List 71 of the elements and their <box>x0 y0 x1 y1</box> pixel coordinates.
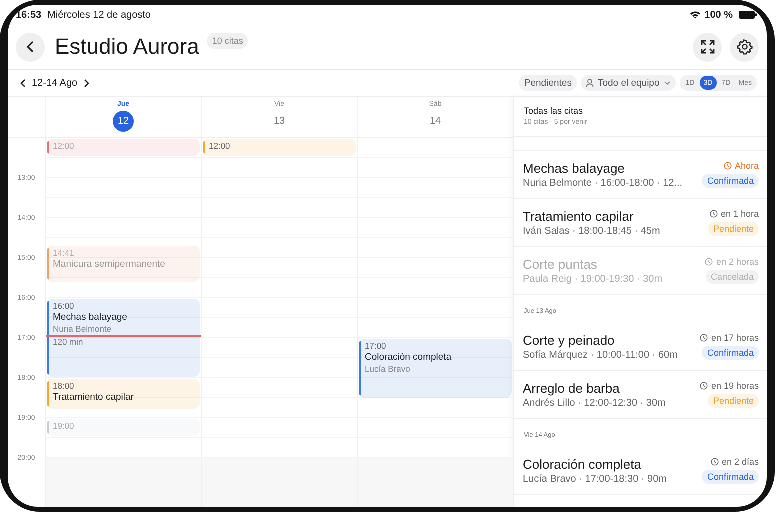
appointment-title: Corte puntas <box>523 256 598 272</box>
appointment-details: Paula Reig · 19:00-19:30 · 30m <box>523 274 664 284</box>
list-title: Todas las citas <box>524 106 584 116</box>
date-range-label: 12-14 Ago <box>32 78 78 88</box>
day-number[interactable]: 14 <box>425 111 446 132</box>
expand-icon <box>700 40 714 54</box>
appointment-list-item[interactable]: Coloración completa Lucía Bravo · 17:00-18:30 · 90m en 2 días Confirmada <box>514 447 767 495</box>
status-badge: Pendiente <box>708 222 759 236</box>
appointment-title: Tratamiento capilar <box>523 208 635 224</box>
wifi-icon <box>690 11 701 19</box>
pending-filter-chip[interactable]: Pendientes <box>519 75 577 91</box>
appointment-details: Iván Salas · 18:00-18:45 · 45m <box>523 226 662 236</box>
appointment-title: Corte y peinado <box>523 332 616 348</box>
event-duration: 120 min <box>53 337 84 348</box>
settings-icon <box>736 39 752 55</box>
appointment-title: Mechas balayage <box>523 160 626 176</box>
appointment-card[interactable]: 16:00 Mechas balayage Nuria Belmonte 120 min <box>47 299 200 377</box>
previous-range-button[interactable] <box>18 76 28 90</box>
event-time: 16:00 <box>53 301 76 312</box>
event-title: Tratamiento capilar <box>53 392 135 404</box>
person-icon <box>586 78 594 88</box>
appointment-title: Arreglo de barba <box>523 380 621 396</box>
chevron-left-icon <box>26 41 36 53</box>
appointment-list-item[interactable]: Tratamiento capilar Iván Salas · 18:00-18:45 · 45m en 1 hora Pendiente <box>514 199 767 247</box>
appointment-list-item[interactable]: Arreglo de barba Andrés Lillo · 12:00-12:30 · 30m en 19 horas Pendiente <box>514 371 767 419</box>
settings-button[interactable] <box>730 32 759 62</box>
event-time: 14:41 <box>53 248 76 260</box>
status-badge: Pendiente <box>708 394 759 408</box>
relative-time: Ahora <box>734 161 759 171</box>
appointment-list-item[interactable]: Mechas balayage Nuria Belmonte · 16:00-18:00 · 12... Ahora Confirmada <box>514 151 767 199</box>
relative-time: en 19 horas <box>711 381 759 391</box>
status-badge: Confirmada <box>702 470 759 484</box>
event-title: Mechas balayage <box>53 312 128 324</box>
page-title: Estudio Aurora <box>55 34 200 60</box>
battery-icon <box>739 11 757 19</box>
battery-percent: 100 % <box>704 10 733 20</box>
appointment-count-badge: 10 citas <box>207 33 248 49</box>
next-range-button[interactable] <box>82 76 92 90</box>
event-time: 19:00 <box>53 421 76 432</box>
appointment-list-item[interactable]: Corte y peinado Sofía Márquez · 10:00-11:00 · 60m en 17 horas Confirmada <box>514 323 767 371</box>
appointment-title: Coloración completa <box>523 456 643 472</box>
relative-time: en 17 horas <box>711 333 759 343</box>
chevron-down-icon <box>664 80 671 86</box>
appointment-card[interactable]: 17:00 Coloración completa Lucía Bravo <box>359 339 512 398</box>
team-dropdown[interactable]: Todo el equipo <box>580 75 676 91</box>
relative-time: en 2 días <box>722 457 759 467</box>
status-badge: Cancelada <box>706 270 759 284</box>
event-title: Manicura semipermanente <box>53 259 166 272</box>
back-button[interactable] <box>16 32 45 62</box>
appointment-details: Lucía Bravo · 17:00-18:30 · 90m <box>523 474 668 484</box>
relative-time: en 2 horas <box>716 257 759 267</box>
status-badge: Confirmada <box>702 174 759 188</box>
day-number[interactable]: 13 <box>269 111 290 132</box>
appointment-details: Nuria Belmonte · 16:00-18:00 · 12... <box>523 178 684 188</box>
appointment-card[interactable]: 12:00 <box>203 139 356 156</box>
status-time: 16:53 <box>16 10 42 20</box>
event-title: Coloración completa <box>365 352 453 364</box>
status-badge: Confirmada <box>702 346 759 360</box>
appointment-details: Sofía Márquez · 10:00-11:00 · 60m <box>523 350 679 360</box>
event-time: 18:00 <box>53 381 76 392</box>
event-client: Lucía Bravo <box>365 364 412 375</box>
event-time: 12:00 <box>209 141 232 152</box>
appointment-card[interactable]: 18:00 Tratamiento capilar <box>47 379 200 409</box>
event-time: 12:00 <box>53 141 76 152</box>
event-time: 17:00 <box>365 341 388 352</box>
status-date: Miércoles 12 de agosto <box>48 10 151 20</box>
day-number[interactable]: 12 <box>113 111 134 132</box>
event-client: Nuria Belmonte <box>53 324 113 335</box>
appointment-details: Andrés Lillo · 12:00-12:30 · 30m <box>523 398 667 408</box>
fullscreen-button[interactable] <box>693 32 722 62</box>
relative-time: en 1 hora <box>720 209 759 219</box>
